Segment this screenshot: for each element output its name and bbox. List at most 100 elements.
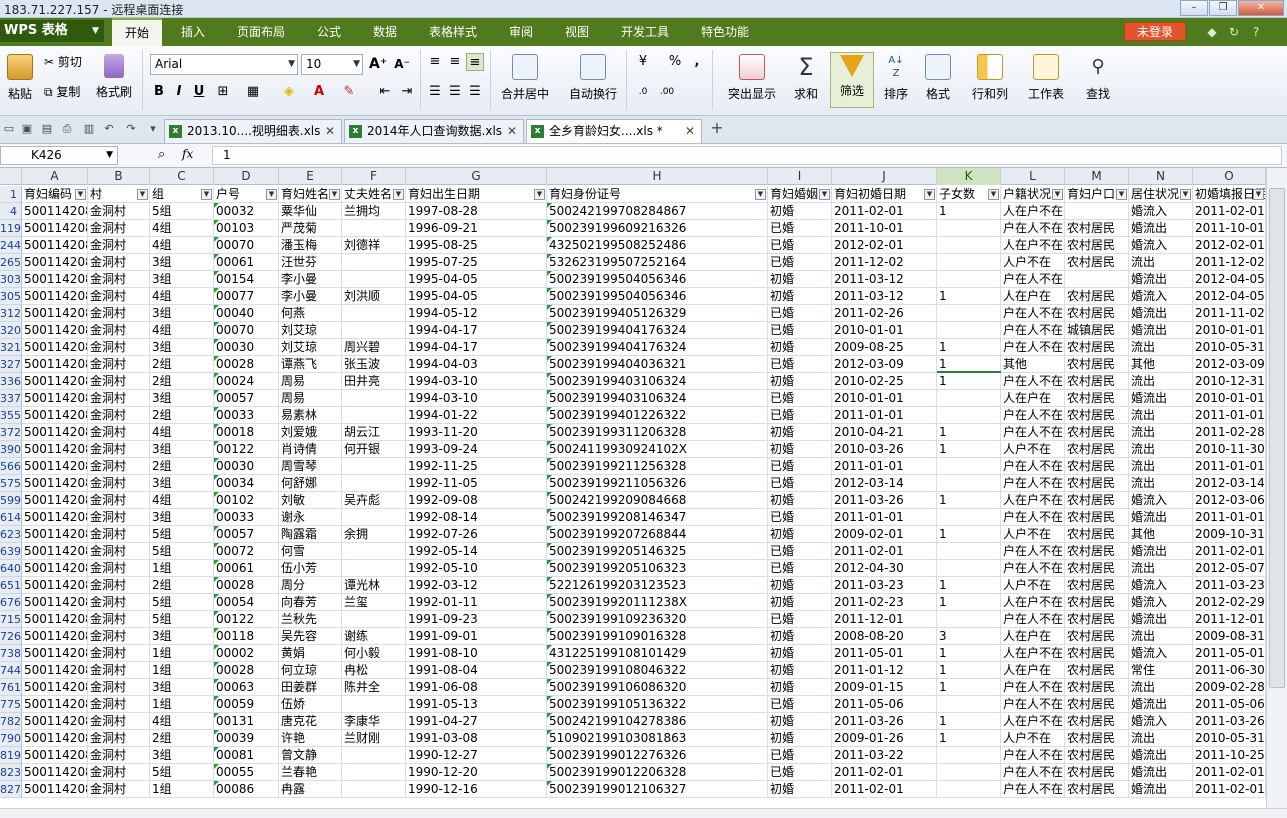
table-cell[interactable]: 农村居民 [1065,526,1129,543]
table-cell[interactable]: 金洞村 [88,713,150,730]
table-cell[interactable]: 1995-04-05 [406,288,547,305]
table-cell[interactable]: 500114208 [22,764,88,781]
table-cell[interactable]: 500239199404036321 [547,356,768,373]
table-cell[interactable] [937,254,1001,271]
table-cell[interactable]: 初婚 [768,679,832,696]
table-cell[interactable]: 500239199403106324 [547,373,768,390]
table-cell[interactable]: 2011-12-02 [832,254,937,271]
row-header[interactable]: 744 [0,662,22,679]
table-cell[interactable]: 2010-05-31 [1193,730,1266,747]
table-cell[interactable]: 500114208 [22,288,88,305]
table-cell[interactable]: 流出 [1129,407,1193,424]
table-cell[interactable]: 500114208 [22,441,88,458]
table-cell[interactable]: 2010-11-30 [1193,441,1266,458]
table-cell[interactable]: 500114208 [22,781,88,798]
table-cell[interactable]: 2012-03-09 [1193,356,1266,373]
table-cell[interactable]: 1995-08-25 [406,237,547,254]
table-cell[interactable]: 2011-03-12 [832,288,937,305]
indent-decrease-icon[interactable]: ⇤ [376,83,394,101]
table-cell[interactable]: 户在人不在 [1001,458,1065,475]
table-cell[interactable]: 2组 [150,458,214,475]
table-cell[interactable] [342,781,406,798]
table-cell[interactable]: 2011-02-01 [1193,543,1266,560]
table-cell[interactable]: 500239199108046322 [547,662,768,679]
table-cell[interactable]: 2009-01-15 [832,679,937,696]
table-cell[interactable]: 500114208 [22,730,88,747]
table-cell[interactable]: 人在户不在 [1001,203,1065,220]
table-cell[interactable]: 初婚 [768,492,832,509]
paste-button[interactable]: 粘贴 [2,54,38,102]
table-cell[interactable] [937,458,1001,475]
table-cell[interactable]: 婚流出 [1129,220,1193,237]
table-cell[interactable]: 2012-04-30 [832,560,937,577]
table-cell[interactable]: 2011-03-12 [832,271,937,288]
table-cell[interactable]: 户在人不在 [1001,781,1065,798]
table-cell[interactable]: 2010-01-01 [832,390,937,407]
table-cell[interactable]: 500239199207268844 [547,526,768,543]
table-cell[interactable]: 户在人不在 [1001,373,1065,390]
table-cell[interactable]: 2011-01-01 [832,458,937,475]
table-cell[interactable]: 户在人不在 [1001,509,1065,526]
row-header[interactable]: 312 [0,305,22,322]
table-cell[interactable]: 城镇居民 [1065,322,1129,339]
table-cell[interactable] [937,407,1001,424]
align-center-icon[interactable]: ☰ [446,83,464,101]
table-cell[interactable]: 1组 [150,560,214,577]
row-header[interactable]: 305 [0,288,22,305]
table-cell[interactable]: 00033 [214,509,279,526]
table-cell[interactable]: 00086 [214,781,279,798]
table-cell[interactable] [1065,203,1129,220]
table-cell[interactable]: 初婚 [768,203,832,220]
table-cell[interactable]: 金洞村 [88,339,150,356]
table-cell[interactable]: 已婚 [768,220,832,237]
table-cell[interactable]: 潘玉梅 [279,237,342,254]
row-header[interactable]: 676 [0,594,22,611]
table-cell[interactable]: 1组 [150,645,214,662]
table-cell[interactable]: 流出 [1129,458,1193,475]
filter-button[interactable]: 筛选 [830,52,874,108]
table-cell[interactable]: 已婚 [768,509,832,526]
table-cell[interactable]: 2组 [150,407,214,424]
border-icon[interactable]: ⊞ [214,83,232,101]
format-button[interactable]: 格式 [920,54,956,102]
row-header[interactable]: 775 [0,696,22,713]
table-cell[interactable]: 500114208 [22,526,88,543]
table-cell[interactable]: 户在人不在 [1001,543,1065,560]
table-cell[interactable]: 500114208 [22,713,88,730]
table-cell[interactable]: 5组 [150,203,214,220]
merge-center-button[interactable]: 合并居中 [498,54,552,102]
table-cell[interactable]: 金洞村 [88,492,150,509]
row-header[interactable]: 639 [0,543,22,560]
table-cell[interactable]: 1 [937,645,1001,662]
table-cell[interactable]: 2012-03-14 [1193,475,1266,492]
filter-dropdown-icon[interactable]: ▼ [329,189,340,200]
table-cell[interactable]: 1992-11-25 [406,458,547,475]
table-cell[interactable]: 流出 [1129,628,1193,645]
vertical-scrollbar[interactable] [1266,168,1287,808]
row-header[interactable]: 1 [0,186,22,203]
filter-dropdown-icon[interactable]: ▼ [1180,189,1191,200]
table-cell[interactable]: 向春芳 [279,594,342,611]
table-cell[interactable] [342,696,406,713]
table-cell[interactable]: 人户不在 [1001,526,1065,543]
table-cell[interactable]: 人在户在 [1001,390,1065,407]
table-cell[interactable]: 2011-01-01 [832,407,937,424]
table-cell[interactable]: 1991-05-13 [406,696,547,713]
table-cell[interactable]: 1 [937,679,1001,696]
table-cell[interactable]: 已婚 [768,390,832,407]
table-cell[interactable]: 00030 [214,458,279,475]
table-cell[interactable]: 谢练 [342,628,406,645]
table-cell[interactable]: 农村居民 [1065,611,1129,628]
table-cell[interactable]: 2011-06-30 [1193,662,1266,679]
table-cell[interactable]: 人在户不在 [1001,594,1065,611]
table-cell[interactable]: 00028 [214,577,279,594]
column-header-f[interactable]: F [342,168,406,185]
row-header[interactable]: 715 [0,611,22,628]
italic-icon[interactable]: I [170,83,188,101]
menu-insert[interactable]: 插入 [170,18,216,46]
table-cell[interactable]: 2012-02-01 [832,237,937,254]
table-cell[interactable]: 2组 [150,577,214,594]
table-cell[interactable] [342,390,406,407]
table-cell[interactable]: 500114208 [22,390,88,407]
table-cell[interactable]: 00057 [214,390,279,407]
